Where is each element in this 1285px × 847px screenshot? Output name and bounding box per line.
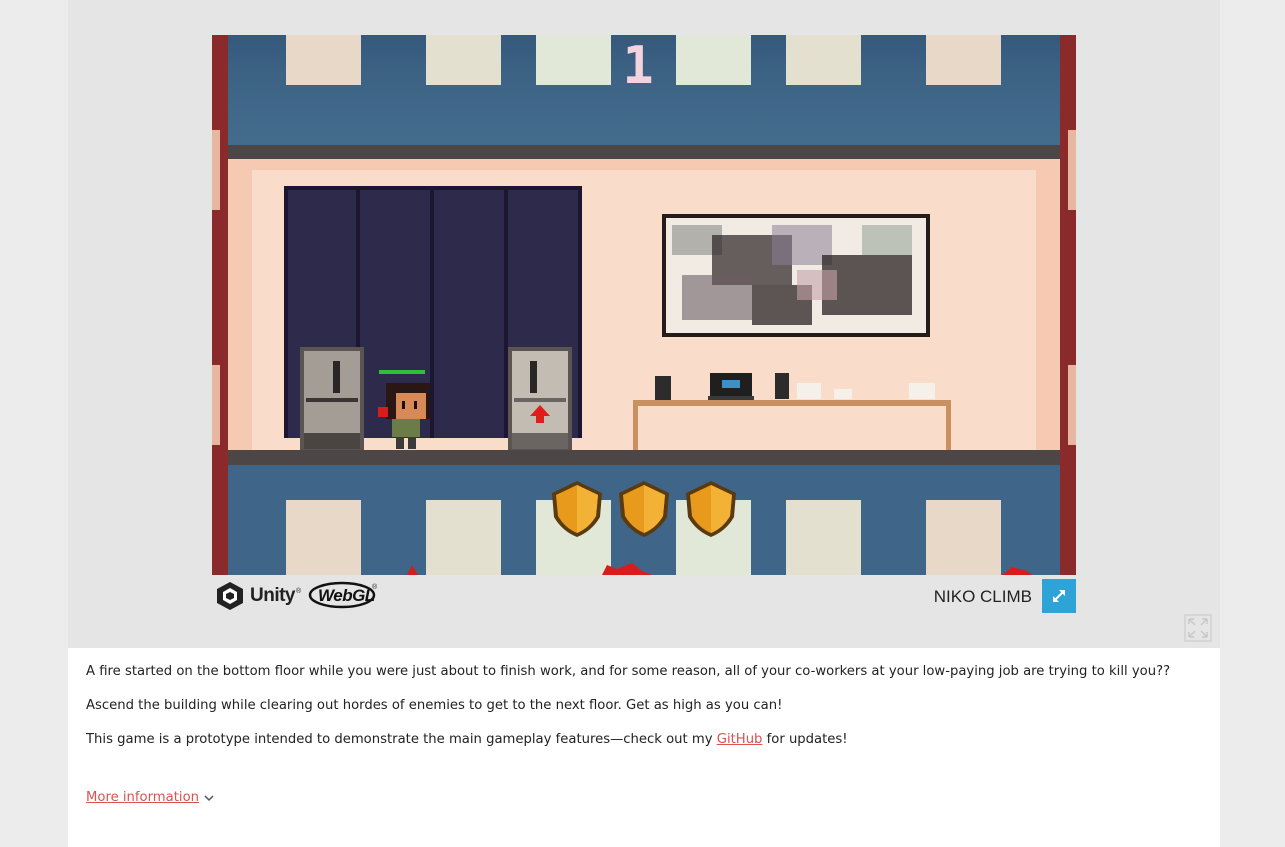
unity-logo: Unity ® — [216, 581, 301, 611]
exit-door — [508, 347, 572, 451]
webgl-label: WebGL — [318, 586, 375, 605]
more-information-label: More information — [86, 790, 199, 805]
shield-icons — [552, 481, 736, 537]
page-column: 1 Unity ® WebGL ® NIKO CLIMB A fire star… — [68, 0, 1220, 847]
webgl-logo: WebGL ® — [308, 581, 378, 609]
health-bar — [379, 370, 425, 374]
game-description: A fire started on the bottom floor while… — [86, 662, 1196, 764]
description-paragraph: This game is a prototype intended to dem… — [86, 730, 1196, 750]
unity-trademark: ® — [296, 587, 302, 595]
more-information-toggle[interactable]: More information — [86, 790, 215, 805]
page-fullscreen-button[interactable] — [1184, 614, 1212, 642]
game-scene: 1 — [212, 35, 1076, 575]
game-title: NIKO CLIMB — [933, 587, 1032, 606]
unity-cube-icon — [217, 582, 243, 610]
description-paragraph: Ascend the building while clearing out h… — [86, 698, 783, 713]
unity-label: Unity — [250, 585, 296, 606]
game-embed-area: 1 Unity ® WebGL ® NIKO CLIMB — [68, 0, 1220, 648]
game-canvas[interactable]: 1 — [212, 35, 1076, 575]
description-text: for updates! — [762, 732, 848, 747]
description-paragraph: A fire started on the bottom floor while… — [86, 664, 1171, 679]
left-door — [300, 347, 364, 451]
webgl-trademark: ® — [372, 584, 378, 591]
floor-number: 1 — [622, 36, 653, 96]
fullscreen-button[interactable] — [1042, 579, 1076, 613]
fullscreen-corners-icon — [1184, 614, 1212, 642]
unity-footer: Unity ® WebGL ® NIKO CLIMB — [212, 575, 1076, 619]
github-link[interactable]: GitHub — [717, 732, 763, 747]
chevron-down-icon — [204, 794, 214, 801]
wall-painting — [662, 214, 930, 337]
expand-arrows-icon — [1053, 590, 1065, 602]
description-text: This game is a prototype intended to dem… — [86, 732, 717, 747]
